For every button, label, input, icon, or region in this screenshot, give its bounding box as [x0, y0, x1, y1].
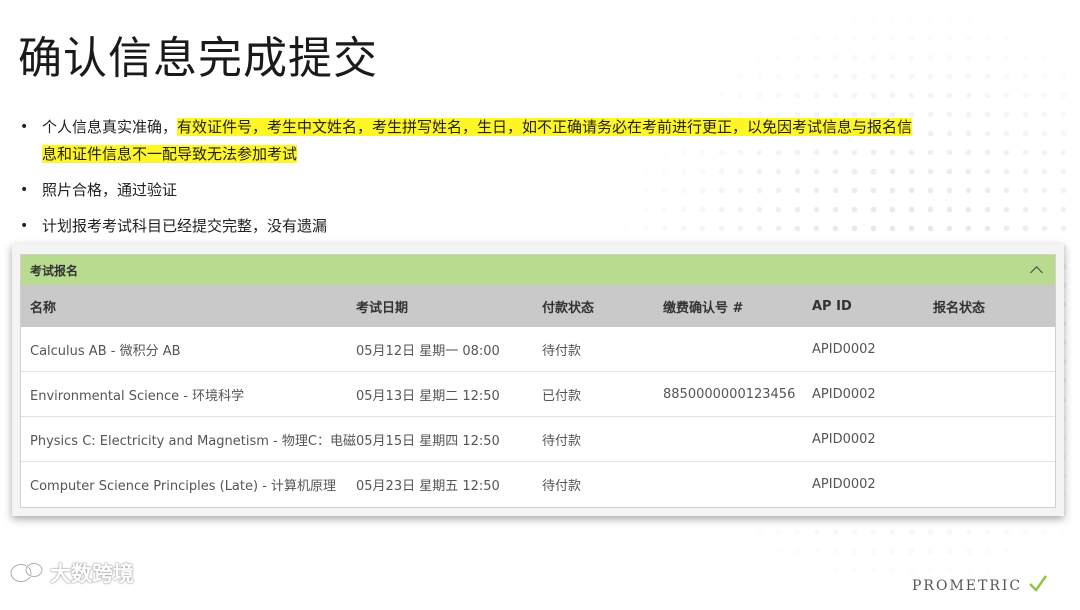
table-row[interactable]: Computer Science Principles (Late) - 计算机… [21, 462, 1055, 506]
table-row[interactable]: Environmental Science - 环境科学 05月13日 星期二 … [21, 372, 1055, 417]
watermark: 大数跨境 [8, 558, 134, 588]
exam-registration-panel: 考试报名 名称 考试日期 付款状态 缴费确认号 # AP ID 报名状态 Cal… [20, 254, 1056, 508]
page-title: 确认信息完成提交 [18, 33, 378, 84]
cell-name: Computer Science Principles (Late) - 计算机… [30, 478, 337, 494]
bullet-dot: • [20, 182, 29, 198]
column-header-ap-id: AP ID [812, 298, 852, 314]
cell-name: Calculus AB - 微积分 AB [30, 343, 181, 359]
bullet-text: 个人信息真实准确，有效证件号，考生中文姓名，考生拼写姓名，生日，如不正确请务必在… [42, 114, 920, 168]
table-row[interactable]: Physics C: Electricity and Magnetism - 物… [21, 417, 1055, 462]
cell-payment: 待付款 [542, 433, 582, 449]
column-header-confirmation: 缴费确认号 # [663, 300, 744, 316]
column-header-date: 考试日期 [356, 300, 409, 316]
column-header-payment: 付款状态 [542, 300, 595, 316]
cell-ap-id: APID0002 [812, 386, 876, 402]
cell-date: 05月23日 星期五 12:50 [356, 478, 500, 494]
watermark-text: 大数跨境 [50, 562, 134, 586]
table-header: 名称 考试日期 付款状态 缴费确认号 # AP ID 报名状态 [21, 285, 1055, 327]
bullet-item: • 个人信息真实准确，有效证件号，考生中文姓名，考生拼写姓名，生日，如不正确请务… [20, 114, 920, 168]
cell-name: Physics C: Electricity and Magnetism - 物… [30, 433, 356, 449]
cell-date: 05月15日 星期四 12:50 [356, 433, 500, 449]
column-header-name: 名称 [30, 300, 57, 316]
chevron-up-icon[interactable] [1030, 266, 1043, 279]
cell-payment: 已付款 [542, 388, 582, 404]
cell-payment: 待付款 [542, 478, 582, 494]
cell-date: 05月13日 星期二 12:50 [356, 388, 500, 404]
bullet-item: • 计划报考考试科目已经提交完整，没有遗漏 [20, 213, 920, 240]
cell-name: Environmental Science - 环境科学 [30, 388, 245, 404]
panel-title: 考试报名 [30, 263, 79, 278]
bullet-dot: • [20, 119, 29, 135]
bullet-dot: • [20, 218, 29, 234]
cell-date: 05月12日 星期一 08:00 [356, 343, 500, 359]
column-header-status: 报名状态 [933, 300, 986, 316]
cell-ap-id: APID0002 [812, 431, 876, 447]
cell-ap-id: APID0002 [812, 476, 876, 492]
bullet-text: 照片合格，通过验证 [42, 181, 178, 199]
bullet-text: 计划报考考试科目已经提交完整，没有遗漏 [42, 217, 328, 235]
cell-confirmation: 8850000000123456 [663, 386, 796, 402]
panel-header[interactable]: 考试报名 [21, 255, 1055, 285]
wechat-logo-icon [9, 562, 44, 583]
cell-ap-id: APID0002 [812, 341, 876, 357]
bullet-item: • 照片合格，通过验证 [20, 177, 920, 204]
cell-payment: 待付款 [542, 343, 582, 359]
table-row[interactable]: Calculus AB - 微积分 AB 05月12日 星期一 08:00 待付… [21, 327, 1055, 372]
bullet-list: • 个人信息真实准确，有效证件号，考生中文姓名，考生拼写姓名，生日，如不正确请务… [20, 114, 920, 249]
bullet-plain-text: 个人信息真实准确， [42, 118, 178, 136]
prometric-check-icon [1029, 575, 1048, 592]
